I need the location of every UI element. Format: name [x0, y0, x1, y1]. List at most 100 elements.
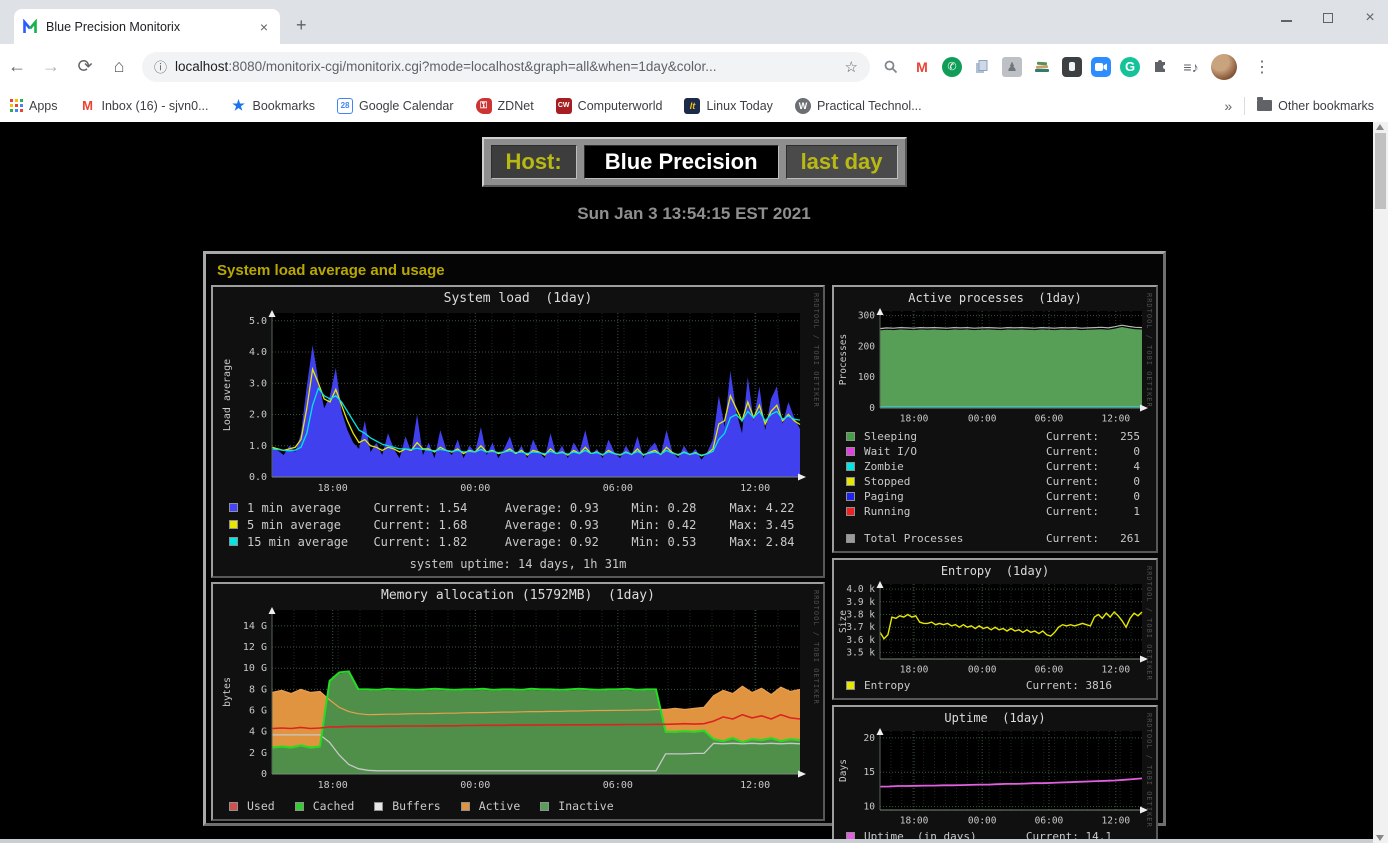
active-processes-panel: RRDTOOL / TOBI OETIKER Active processes … — [832, 285, 1158, 553]
page-scrollbar[interactable] — [1373, 122, 1388, 843]
other-bookmarks[interactable]: Other bookmarks — [1257, 99, 1374, 113]
bookmark-computerworld[interactable]: CW Computerworld — [556, 98, 663, 114]
system-load-chart-title: System load (1day) — [215, 291, 821, 306]
legend-swatch-paging — [846, 492, 855, 501]
svg-text:0: 0 — [869, 403, 875, 414]
minimize-button[interactable] — [1278, 10, 1294, 26]
bookmark-zdnet[interactable]: ⚿ ZDNet — [476, 98, 534, 114]
memory-chart[interactable]: 02 G4 G6 G8 G10 G12 G14 G18:0000:0006:00… — [220, 604, 816, 796]
report-datetime: Sun Jan 3 13:54:15 EST 2021 — [0, 204, 1388, 224]
maximize-button[interactable] — [1320, 10, 1336, 26]
playlist-extension-icon[interactable]: ≡♪ — [1180, 56, 1202, 78]
monitorix-page: Host: Blue Precision last day Sun Jan 3 … — [0, 122, 1388, 843]
svg-text:300: 300 — [858, 311, 875, 322]
system-load-panel: RRDTOOL / TOBI OETIKER System load (1day… — [211, 285, 825, 578]
person-extension-icon[interactable]: ♟ — [1002, 57, 1022, 77]
tab-title: Blue Precision Monitorix — [46, 20, 256, 34]
legend-swatch-15min — [229, 537, 238, 546]
close-button[interactable]: × — [1362, 10, 1378, 26]
svg-text:3.0: 3.0 — [249, 378, 267, 389]
legend-row: 5 min average Current: 1.68 Average: 0.9… — [215, 516, 821, 533]
svg-text:Load average: Load average — [222, 359, 233, 431]
profile-avatar[interactable] — [1211, 54, 1237, 80]
gmail-icon: M — [80, 98, 96, 114]
svg-text:3.8 k: 3.8 k — [846, 610, 875, 621]
site-info-icon[interactable]: ⓘ — [154, 57, 167, 76]
forward-icon[interactable]: → — [34, 56, 68, 77]
rrdtool-credit: RRDTOOL / TOBI OETIKER — [1145, 293, 1153, 408]
gmail-extension-icon[interactable]: M — [911, 56, 933, 78]
svg-text:3.7 k: 3.7 k — [846, 622, 875, 633]
legend-row: Wait I/OCurrent:0 — [836, 444, 1154, 459]
entropy-panel: RRDTOOL / TOBI OETIKER Entropy (1day) 3.… — [832, 558, 1158, 700]
puzzle-extensions-icon[interactable] — [1149, 56, 1171, 78]
scrollbar-up-arrow[interactable] — [1376, 124, 1384, 130]
legend-swatch-used — [229, 802, 238, 811]
scrollbar-thumb[interactable] — [1375, 133, 1386, 209]
legend-row: PagingCurrent:0 — [836, 489, 1154, 504]
grammarly-extension-icon[interactable]: G — [1120, 57, 1140, 77]
svg-text:06:00: 06:00 — [1035, 816, 1064, 827]
bookmark-linux-today[interactable]: lt Linux Today — [684, 98, 773, 114]
svg-text:12:00: 12:00 — [1101, 816, 1130, 827]
tab-close-icon[interactable]: × — [256, 19, 272, 35]
period-selector[interactable]: last day — [786, 145, 898, 179]
svg-text:18:00: 18:00 — [900, 665, 929, 676]
bookmark-star-icon[interactable]: ☆ — [845, 58, 858, 76]
svg-text:20: 20 — [864, 733, 876, 744]
active-processes-chart[interactable]: 010020030018:0000:0006:0012:00Processes — [836, 306, 1154, 426]
svg-text:06:00: 06:00 — [1035, 665, 1064, 676]
legend-swatch-stopped — [846, 477, 855, 486]
system-uptime-note: system uptime: 14 days, 1h 31m — [215, 557, 821, 571]
legend-swatch-buffers — [374, 802, 383, 811]
svg-text:12:00: 12:00 — [1101, 665, 1130, 676]
browser-menu-icon[interactable]: ⋮ — [1246, 57, 1278, 77]
system-load-chart[interactable]: 0.01.02.03.04.05.018:0000:0006:0012:00Lo… — [220, 307, 816, 499]
host-header: Host: Blue Precision last day — [482, 137, 907, 187]
next-section-edge — [0, 839, 1388, 843]
svg-text:Processes: Processes — [838, 334, 849, 385]
svg-text:0.0: 0.0 — [249, 472, 267, 483]
star-icon: ★ — [231, 98, 247, 114]
copy-extension-icon[interactable] — [971, 56, 993, 78]
scrollbar-down-arrow[interactable] — [1376, 835, 1384, 841]
new-tab-button[interactable]: + — [296, 16, 307, 34]
badge-extension-icon[interactable] — [1062, 57, 1082, 77]
legend-row: StoppedCurrent:0 — [836, 474, 1154, 489]
voice-extension-icon[interactable]: ✆ — [942, 57, 962, 77]
bookmark-practical-technology[interactable]: W Practical Technol... — [795, 98, 922, 114]
reload-icon[interactable]: ⟳ — [68, 56, 102, 77]
bookmarks-overflow-chevron[interactable]: » — [1224, 98, 1232, 114]
uptime-chart[interactable]: 10152018:0000:0006:0012:00Days — [836, 726, 1154, 828]
processes-legend: SleepingCurrent:255 Wait I/OCurrent:0 Zo… — [836, 429, 1154, 546]
extensions-cluster: M ✆ ♟ G ≡♪ ⋮ — [880, 54, 1278, 80]
back-icon[interactable]: ← — [0, 56, 34, 77]
search-extension-icon[interactable] — [880, 56, 902, 78]
svg-text:12:00: 12:00 — [740, 483, 770, 494]
books-extension-icon[interactable] — [1031, 56, 1053, 78]
svg-text:00:00: 00:00 — [460, 483, 490, 494]
svg-text:10 G: 10 G — [243, 663, 267, 674]
url-bar[interactable]: ⓘ localhost:8080/monitorix-cgi/monitorix… — [142, 52, 870, 82]
svg-text:18:00: 18:00 — [318, 483, 348, 494]
svg-text:6 G: 6 G — [249, 706, 267, 717]
bookmark-apps[interactable]: Apps — [10, 99, 58, 113]
bookmark-google-calendar[interactable]: 28 Google Calendar — [337, 98, 454, 114]
svg-text:12:00: 12:00 — [1101, 414, 1130, 425]
svg-text:3.6 k: 3.6 k — [846, 635, 875, 646]
svg-text:12:00: 12:00 — [740, 780, 770, 791]
url-text[interactable]: localhost:8080/monitorix-cgi/monitorix.c… — [175, 59, 837, 74]
home-icon[interactable]: ⌂ — [102, 56, 136, 77]
legend-swatch-1min — [229, 503, 238, 512]
zoom-extension-icon[interactable] — [1091, 57, 1111, 77]
svg-text:1.0: 1.0 — [249, 441, 267, 452]
legend-row: 15 min average Current: 1.82 Average: 0.… — [215, 533, 821, 550]
bookmark-inbox[interactable]: M Inbox (16) - sjvn0... — [80, 98, 209, 114]
entropy-chart[interactable]: 3.5 k3.6 k3.7 k3.8 k3.9 k4.0 k18:0000:00… — [836, 579, 1154, 677]
browser-tab[interactable]: Blue Precision Monitorix × — [14, 9, 280, 44]
processes-chart-title: Active processes (1day) — [836, 291, 1154, 305]
url-host: localhost — [175, 59, 228, 74]
legend-swatch-running — [846, 507, 855, 516]
svg-text:200: 200 — [858, 341, 875, 352]
bookmark-bookmarks[interactable]: ★ Bookmarks — [231, 98, 316, 114]
